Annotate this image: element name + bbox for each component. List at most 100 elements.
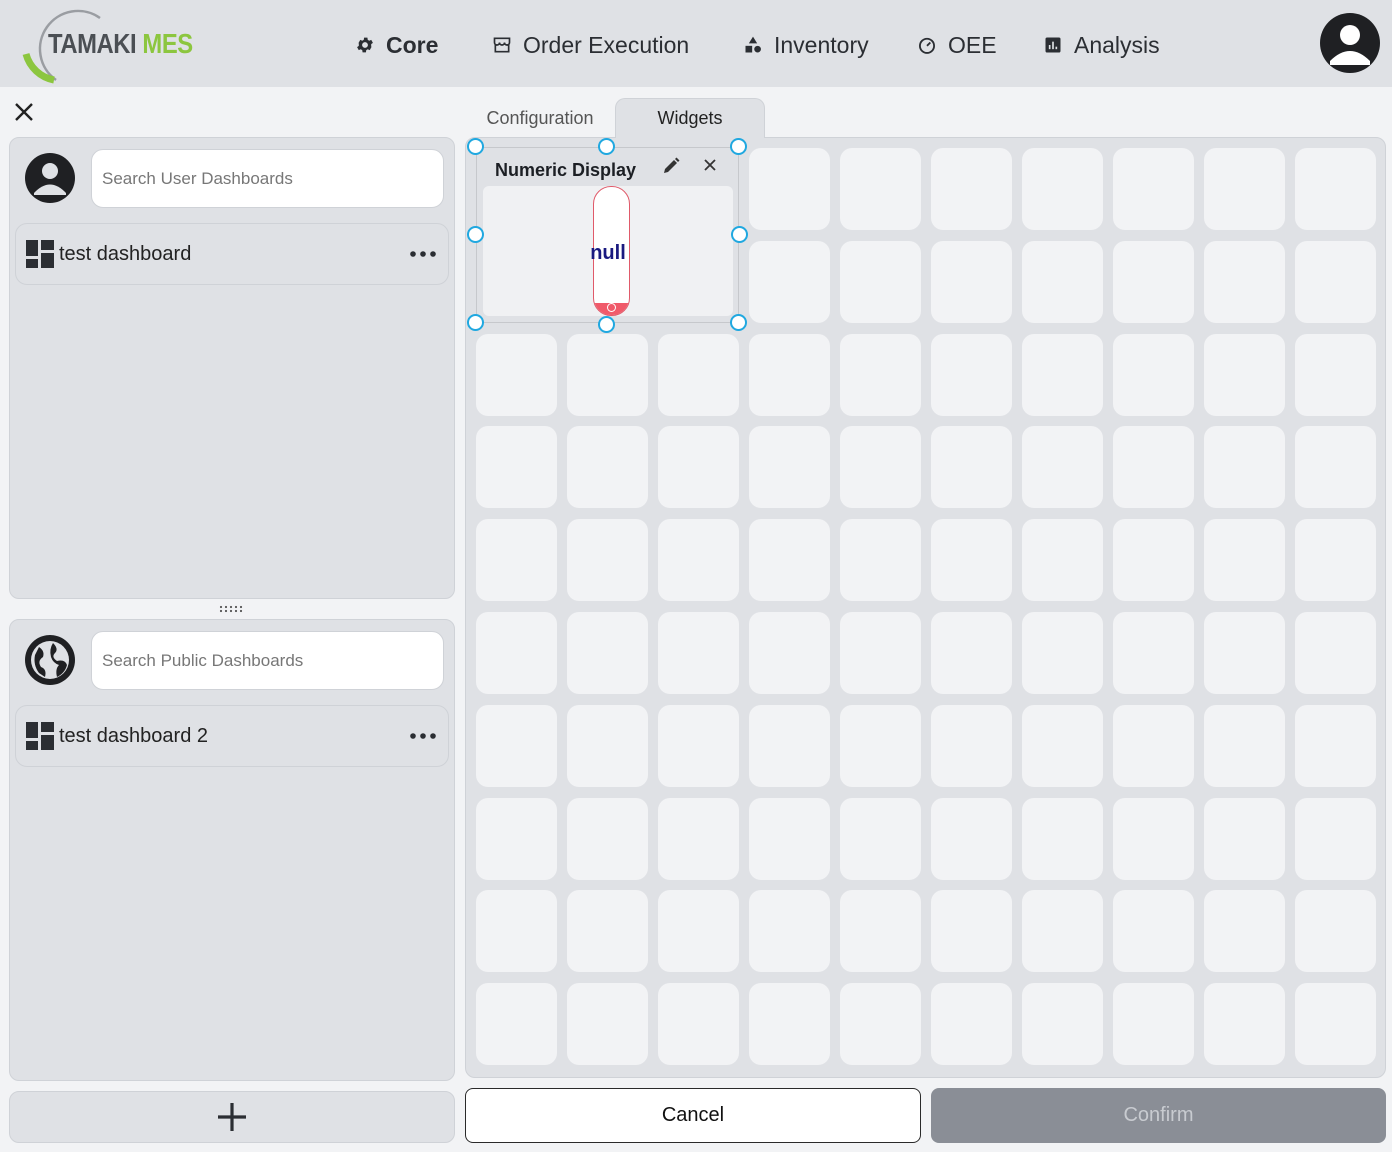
resize-handle-bottom[interactable] [598,316,615,333]
nav-item-oee[interactable]: OEE [916,28,997,62]
grid-cell[interactable] [1113,612,1194,694]
grid-cell[interactable] [1022,705,1103,787]
grid-cell[interactable] [1022,519,1103,601]
grid-cell[interactable] [840,426,921,508]
grid-cell[interactable] [1204,890,1285,972]
grid-cell[interactable] [476,705,557,787]
grid-cell[interactable] [567,612,648,694]
more-options-icon[interactable] [408,244,438,264]
numeric-display-widget[interactable]: Numeric Display null [476,147,739,323]
confirm-button[interactable]: Confirm [931,1088,1386,1143]
grid-cell[interactable] [476,798,557,880]
cancel-button[interactable]: Cancel [465,1088,921,1143]
grid-cell[interactable] [749,983,830,1065]
grid-cell[interactable] [1022,148,1103,230]
grid-cell[interactable] [1204,334,1285,416]
nav-item-inventory[interactable]: Inventory [742,28,869,62]
grid-cell[interactable] [476,612,557,694]
grid-cell[interactable] [1022,798,1103,880]
grid-cell[interactable] [749,241,830,323]
grid-cell[interactable] [1204,519,1285,601]
grid-cell[interactable] [840,612,921,694]
grid-cell[interactable] [749,334,830,416]
grid-cell[interactable] [1022,426,1103,508]
grid-cell[interactable] [931,890,1012,972]
grid-cell[interactable] [931,983,1012,1065]
close-button[interactable] [12,100,36,124]
resize-handle-top-right[interactable] [730,138,747,155]
grid-cell[interactable] [1113,798,1194,880]
nav-item-order-execution[interactable]: Order Execution [491,28,689,62]
dashboard-list-item[interactable]: test dashboard 2 [15,705,449,767]
grid-cell[interactable] [1022,983,1103,1065]
grid-cell[interactable] [658,890,739,972]
grid-cell[interactable] [1295,612,1376,694]
grid-cell[interactable] [931,612,1012,694]
grid-cell[interactable] [1113,426,1194,508]
grid-cell[interactable] [1113,705,1194,787]
grid-cell[interactable] [658,705,739,787]
grid-cell[interactable] [567,334,648,416]
grid-cell[interactable] [1204,148,1285,230]
resize-handle-bottom-left[interactable] [467,314,484,331]
grid-cell[interactable] [658,426,739,508]
grid-cell[interactable] [931,241,1012,323]
app-logo[interactable]: TAMAKI MES [18,4,198,84]
grid-cell[interactable] [840,798,921,880]
grid-cell[interactable] [931,148,1012,230]
grid-cell[interactable] [931,519,1012,601]
grid-cell[interactable] [1295,519,1376,601]
grid-cell[interactable] [1113,519,1194,601]
grid-cell[interactable] [1295,983,1376,1065]
grid-cell[interactable] [658,334,739,416]
grid-cell[interactable] [749,798,830,880]
dashboard-list-item[interactable]: test dashboard [15,223,449,285]
grid-cell[interactable] [840,705,921,787]
more-options-icon[interactable] [408,726,438,746]
grid-cell[interactable] [476,334,557,416]
grid-cell[interactable] [840,241,921,323]
grid-cell[interactable] [931,798,1012,880]
grid-cell[interactable] [1204,241,1285,323]
grid-cell[interactable] [1022,334,1103,416]
grid-cell[interactable] [1204,612,1285,694]
grid-cell[interactable] [749,426,830,508]
close-icon[interactable] [701,156,719,174]
grid-cell[interactable] [567,705,648,787]
grid-cell[interactable] [567,519,648,601]
grid-cell[interactable] [1295,890,1376,972]
grid-cell[interactable] [1113,334,1194,416]
resize-handle-right[interactable] [731,226,748,243]
grid-cell[interactable] [749,612,830,694]
grid-cell[interactable] [749,148,830,230]
grid-cell[interactable] [1295,426,1376,508]
add-dashboard-button[interactable] [9,1091,455,1143]
grid-cell[interactable] [567,890,648,972]
grid-cell[interactable] [658,612,739,694]
nav-item-core[interactable]: Core [354,28,438,62]
tab-configuration[interactable]: Configuration [470,98,610,138]
resize-handle-bottom-right[interactable] [730,314,747,331]
grid-cell[interactable] [840,983,921,1065]
grid-cell[interactable] [749,519,830,601]
grid-cell[interactable] [931,705,1012,787]
grid-cell[interactable] [476,890,557,972]
grid-cell[interactable] [1113,890,1194,972]
grid-cell[interactable] [931,426,1012,508]
resize-handle-top-left[interactable] [467,138,484,155]
grid-cell[interactable] [840,890,921,972]
grid-cell[interactable] [840,334,921,416]
grid-cell[interactable] [1204,983,1285,1065]
grid-cell[interactable] [840,519,921,601]
grid-cell[interactable] [658,519,739,601]
account-button[interactable] [1320,13,1380,73]
grid-cell[interactable] [1113,983,1194,1065]
grid-cell[interactable] [1295,798,1376,880]
grid-cell[interactable] [1204,798,1285,880]
grid-cell[interactable] [1022,241,1103,323]
search-public-dashboards-input[interactable] [91,631,444,690]
grid-cell[interactable] [567,426,648,508]
grid-cell[interactable] [931,334,1012,416]
grid-cell[interactable] [567,983,648,1065]
grid-cell[interactable] [1295,148,1376,230]
